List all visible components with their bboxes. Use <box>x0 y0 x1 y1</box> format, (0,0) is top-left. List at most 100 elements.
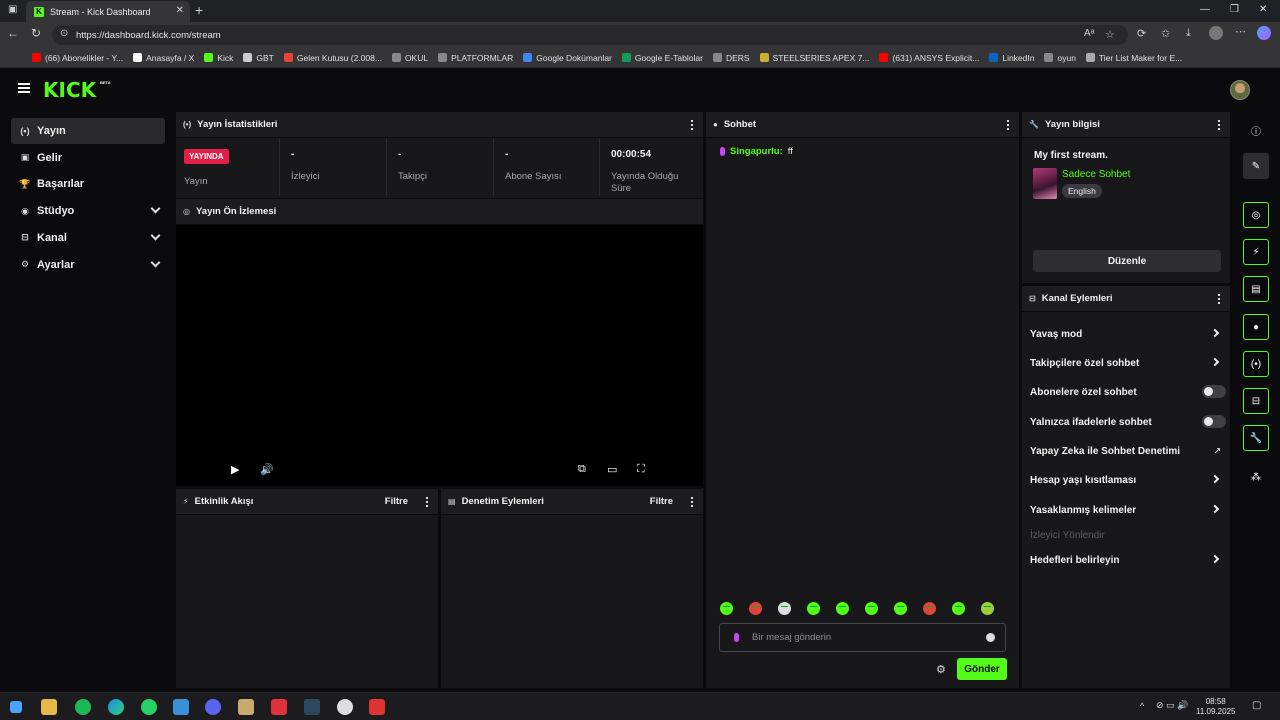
video-player[interactable]: ▶ 🔊 ⧉ ▭ ⛶ <box>176 225 703 486</box>
channel-widget-icon[interactable]: ⊟ <box>1243 388 1269 414</box>
chevron-down-icon[interactable] <box>150 230 161 241</box>
bookmark-item[interactable]: Google Dokümanlar <box>523 53 612 63</box>
more-menu-icon[interactable]: ⋯ <box>1235 25 1246 38</box>
system-clock[interactable]: 08:58 11.09.2025 <box>1196 697 1235 717</box>
tray-chevron-icon[interactable]: ^ <box>1140 701 1144 711</box>
moderation-filter-button[interactable]: Filtre <box>650 496 673 507</box>
pip-icon[interactable]: ⧉ <box>578 463 586 476</box>
channel-action-item[interactable]: Abonelere özel sohbet <box>1030 382 1226 402</box>
channel-action-item[interactable]: Yavaş mod <box>1030 324 1226 344</box>
info-icon[interactable]: ⓘ <box>1243 117 1269 143</box>
activity-filter-button[interactable]: Filtre <box>385 496 408 507</box>
volume-icon[interactable]: 🔊 <box>260 463 274 476</box>
emote-icon[interactable] <box>749 602 762 615</box>
bookmark-item[interactable]: DERS <box>712 53 750 63</box>
chat-widget-icon[interactable]: ● <box>1243 314 1269 340</box>
obs-icon[interactable] <box>337 699 353 715</box>
chat-settings-icon[interactable]: ⚙ <box>936 663 946 676</box>
hamburger-menu-icon[interactable] <box>18 83 30 93</box>
windows-start-icon[interactable] <box>10 701 22 713</box>
app-icon[interactable] <box>369 699 385 715</box>
bookmark-item[interactable]: OKUL <box>391 53 428 63</box>
preview-widget-icon[interactable]: ◎ <box>1243 202 1269 228</box>
document-widget-icon[interactable]: ▤ <box>1243 276 1269 302</box>
sidebar-item-channel[interactable]: ⊟ Kanal <box>11 225 165 251</box>
notification-icon[interactable]: ▢ <box>1252 700 1261 711</box>
steam-icon[interactable] <box>304 699 320 715</box>
emote-icon[interactable] <box>923 602 936 615</box>
stream-stats-menu-icon[interactable] <box>691 120 693 130</box>
chevron-down-icon[interactable] <box>150 203 161 214</box>
emote-icon[interactable] <box>865 602 878 615</box>
bookmark-item[interactable]: LinkedIn <box>989 53 1034 63</box>
emote-icon[interactable] <box>720 602 733 615</box>
channel-action-item[interactable]: Yapay Zeka ile Sohbet Denetimi ↗ <box>1030 441 1226 461</box>
league-icon[interactable] <box>238 699 254 715</box>
toggle-switch[interactable] <box>1202 415 1226 428</box>
browser-tab[interactable]: K Stream - Kick Dashboard ✕ <box>26 1 190 22</box>
extensions-icon[interactable]: ⟳ <box>1137 27 1146 40</box>
spotify-icon[interactable] <box>75 699 91 715</box>
site-info-icon[interactable]: ⊙ <box>60 28 68 39</box>
whatsapp-icon[interactable] <box>141 699 157 715</box>
bookmark-item[interactable]: GBT <box>243 53 274 63</box>
back-icon[interactable]: ← <box>7 26 19 40</box>
emote-icon[interactable] <box>836 602 849 615</box>
profile-icon[interactable] <box>1209 26 1223 40</box>
add-widget-icon[interactable]: ⁂ <box>1243 464 1269 490</box>
read-aloud-icon[interactable]: Aᵃ <box>1084 28 1094 39</box>
maximize-icon[interactable]: ❐ <box>1230 4 1239 15</box>
broadcast-widget-icon[interactable]: (•) <box>1243 351 1269 377</box>
valorant-icon[interactable] <box>271 699 287 715</box>
chat-username[interactable]: Singapurlu: <box>730 146 783 157</box>
emoji-picker-icon[interactable] <box>986 633 995 642</box>
bookmark-item[interactable]: Tier List Maker for E... <box>1085 53 1182 63</box>
bookmark-item[interactable]: PLATFORMLAR <box>438 53 513 63</box>
send-button[interactable]: Gönder <box>957 658 1007 680</box>
edit-pencil-icon[interactable]: ✎ <box>1243 153 1269 179</box>
bookmark-item[interactable]: Anasayfa / X <box>133 53 194 63</box>
sidebar-item-studio[interactable]: ◉ Stüdyo <box>11 198 165 224</box>
fullscreen-icon[interactable]: ⛶ <box>637 463 645 476</box>
edge-icon[interactable] <box>108 699 124 715</box>
stream-category[interactable]: Sadece Sohbet <box>1062 169 1130 180</box>
sidebar-item-trophy[interactable]: 🏆 Başarılar <box>11 171 165 197</box>
app-icon[interactable] <box>173 699 189 715</box>
tab-close-icon[interactable]: ✕ <box>176 5 184 16</box>
theater-mode-icon[interactable]: ▭ <box>607 463 617 476</box>
sidebar-item-broadcast[interactable]: (•) Yayın <box>11 118 165 144</box>
bookmark-item[interactable]: STEELSERIES APEX 7... <box>759 53 869 63</box>
minimize-icon[interactable]: — <box>1200 4 1210 15</box>
channel-action-item[interactable]: Yalnızca ifadelerle sohbet <box>1030 412 1226 432</box>
edit-button[interactable]: Düzenle <box>1033 250 1221 272</box>
emote-icon[interactable] <box>981 602 994 615</box>
url-input[interactable]: ⊙ https://dashboard.kick.com/stream Aᵃ ☆ <box>52 25 1128 45</box>
bookmark-item[interactable]: Google E-Tablolar <box>621 53 703 63</box>
sidebar-item-settings[interactable]: ⚙ Ayarlar <box>11 252 165 278</box>
file-explorer-icon[interactable] <box>41 699 57 715</box>
chat-menu-icon[interactable] <box>1007 120 1009 130</box>
window-close-icon[interactable]: ✕ <box>1259 4 1267 15</box>
chevron-down-icon[interactable] <box>150 257 161 267</box>
copilot-icon[interactable] <box>1257 26 1271 40</box>
new-tab-icon[interactable]: + <box>195 2 203 18</box>
bookmark-item[interactable]: (66) Abonelikler - Y... <box>32 53 123 63</box>
sidebar-item-revenue[interactable]: ▣ Gelir <box>11 145 165 171</box>
channel-action-item[interactable]: Takipçilere özel sohbet <box>1030 353 1226 373</box>
stream-info-menu-icon[interactable] <box>1218 120 1220 130</box>
channel-action-item[interactable]: Yasaklanmış kelimeler <box>1030 500 1226 520</box>
bookmark-item[interactable]: Gelen Kutusu (2.008... <box>283 53 382 63</box>
channel-action-item[interactable]: Hedefleri belirleyin <box>1030 550 1226 570</box>
bookmark-item[interactable]: Kick <box>204 53 233 63</box>
channel-action-item[interactable]: Hesap yaşı kısıtlaması <box>1030 470 1226 490</box>
chat-input[interactable]: Bir mesaj gönderin <box>719 623 1006 652</box>
tray-icons[interactable]: ⊘ ▭ 🔊 <box>1156 700 1188 711</box>
user-avatar[interactable] <box>1230 80 1250 100</box>
tab-actions-icon[interactable]: ▣ <box>8 4 17 15</box>
downloads-icon[interactable]: ⤓ <box>1186 27 1191 40</box>
wrench-widget-icon[interactable]: 🔧 <box>1243 425 1269 451</box>
emote-icon[interactable] <box>894 602 907 615</box>
emote-icon[interactable] <box>778 602 791 615</box>
emote-icon[interactable] <box>807 602 820 615</box>
toggle-switch[interactable] <box>1202 385 1226 398</box>
